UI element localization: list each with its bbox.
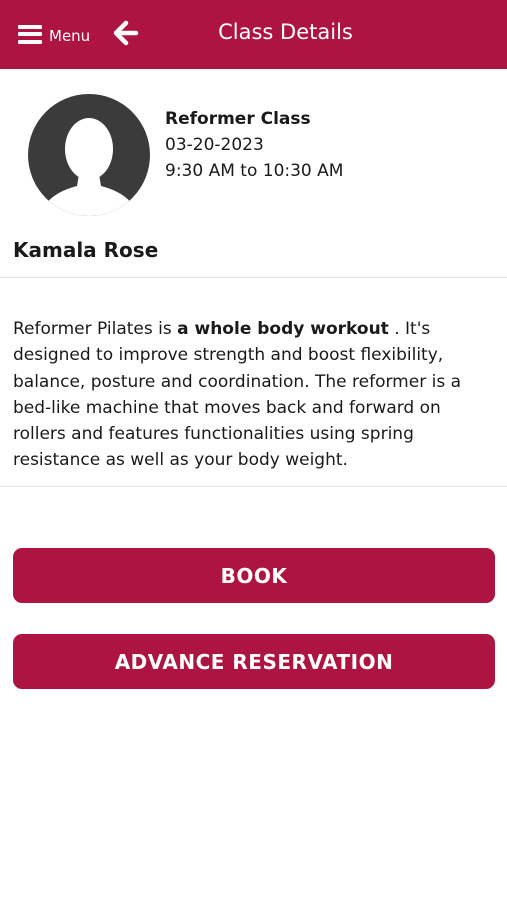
class-date: 03-20-2023 <box>165 135 264 155</box>
divider <box>0 277 507 278</box>
advance-reservation-button[interactable]: ADVANCE RESERVATION <box>13 634 495 689</box>
class-time: 9:30 AM to 10:30 AM <box>165 161 344 181</box>
book-button[interactable]: BOOK <box>13 548 495 603</box>
description-text: Reformer Pilates is <box>13 319 178 339</box>
avatar <box>28 94 150 216</box>
class-info: Reformer Class 03-20-2023 9:30 AM to 10:… <box>165 106 343 184</box>
app-header: Menu Class Details <box>0 0 507 69</box>
divider <box>0 486 507 487</box>
class-description: Reformer Pilates is a whole body workout… <box>13 316 495 474</box>
page-title: Class Details <box>218 20 353 44</box>
class-name: Reformer Class <box>165 109 311 129</box>
description-text-continued: . It's designed to improve strength and … <box>13 319 461 471</box>
instructor-name: Kamala Rose <box>13 238 159 262</box>
description-highlight: a whole body workout <box>177 319 389 339</box>
user-silhouette-icon <box>40 118 138 216</box>
